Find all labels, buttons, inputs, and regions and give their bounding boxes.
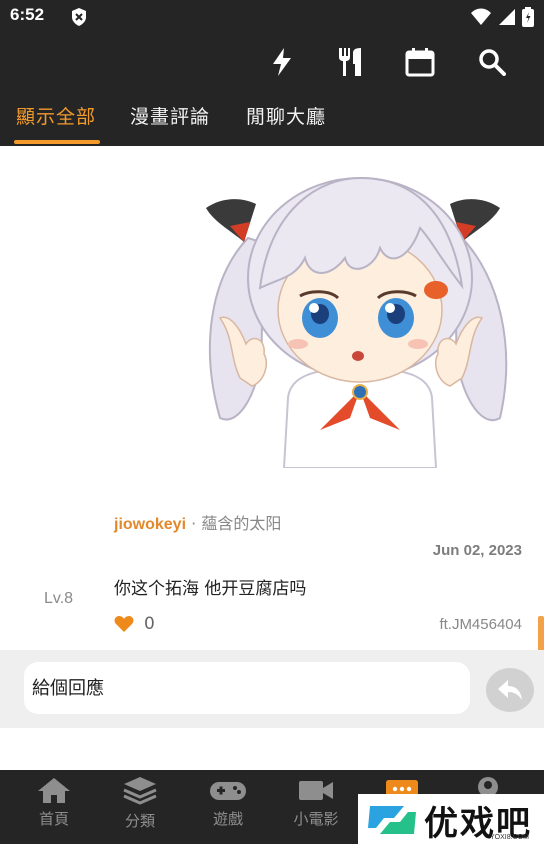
author-separator: · — [191, 514, 197, 533]
tab-show-all[interactable]: 顯示全部 — [16, 102, 96, 129]
like-button[interactable]: 0 — [114, 614, 155, 634]
anime-girl-sticker — [206, 176, 508, 468]
top-toolbar — [0, 34, 544, 92]
restaurant-icon[interactable] — [334, 46, 366, 78]
status-indicators — [470, 7, 534, 27]
watermark: 优戏吧 YOXI8.COM — [358, 794, 544, 844]
signal-icon — [499, 9, 515, 25]
content-gap — [0, 728, 544, 770]
like-count: 0 — [144, 614, 155, 634]
flash-icon[interactable] — [266, 46, 298, 78]
nav-categories[interactable]: 分類 — [100, 776, 180, 831]
post-content: jiowokeyi · 蘊含的太阳 Jun 02, 2023 你这个拓海 他开豆… — [0, 146, 544, 722]
nav-home-label: 首頁 — [38, 810, 69, 828]
shield-icon — [72, 8, 86, 26]
reply-input[interactable] — [24, 662, 470, 714]
watermark-logo-icon — [368, 806, 416, 834]
nav-games-label: 遊戲 — [212, 810, 243, 828]
user-level: Lv.8 — [44, 590, 74, 607]
search-icon[interactable] — [476, 46, 508, 78]
author-nickname: 蘊含的太阳 — [201, 514, 282, 533]
reply-send-button[interactable] — [486, 668, 534, 712]
status-bar: 6:52 — [0, 0, 544, 34]
reply-bar — [0, 650, 544, 728]
tab-active-indicator — [14, 140, 100, 144]
calendar-icon[interactable] — [404, 46, 436, 78]
wifi-icon — [471, 8, 491, 25]
post-date: Jun 02, 2023 — [432, 542, 522, 559]
battery-icon — [522, 7, 534, 27]
heart-icon — [114, 616, 134, 632]
watermark-subtext: YOXI8.COM — [490, 834, 529, 841]
gamepad-icon — [210, 782, 246, 800]
post-code: ft.JM456404 — [439, 616, 522, 633]
reply-arrow-icon — [498, 680, 522, 700]
layers-icon — [123, 777, 157, 805]
nav-games[interactable]: 遊戲 — [188, 776, 268, 829]
nav-home[interactable]: 首頁 — [14, 776, 94, 829]
author-username[interactable]: jiowokeyi — [114, 516, 186, 533]
post-body: 你这个拓海 他开豆腐店吗 — [114, 579, 307, 599]
nav-categories-label: 分類 — [124, 812, 155, 830]
post-author-line: jiowokeyi · 蘊含的太阳 — [114, 510, 281, 534]
tab-chat-lobby[interactable]: 閒聊大廳 — [246, 102, 326, 129]
tab-comic-reviews[interactable]: 漫畫評論 — [130, 102, 210, 129]
nav-videos[interactable]: 小電影 — [276, 776, 356, 829]
nav-videos-label: 小電影 — [293, 810, 339, 828]
tab-bar: 顯示全部 漫畫評論 閒聊大廳 — [0, 92, 544, 146]
home-icon — [38, 778, 70, 803]
status-time: 6:52 — [10, 5, 45, 24]
video-icon — [299, 781, 333, 800]
